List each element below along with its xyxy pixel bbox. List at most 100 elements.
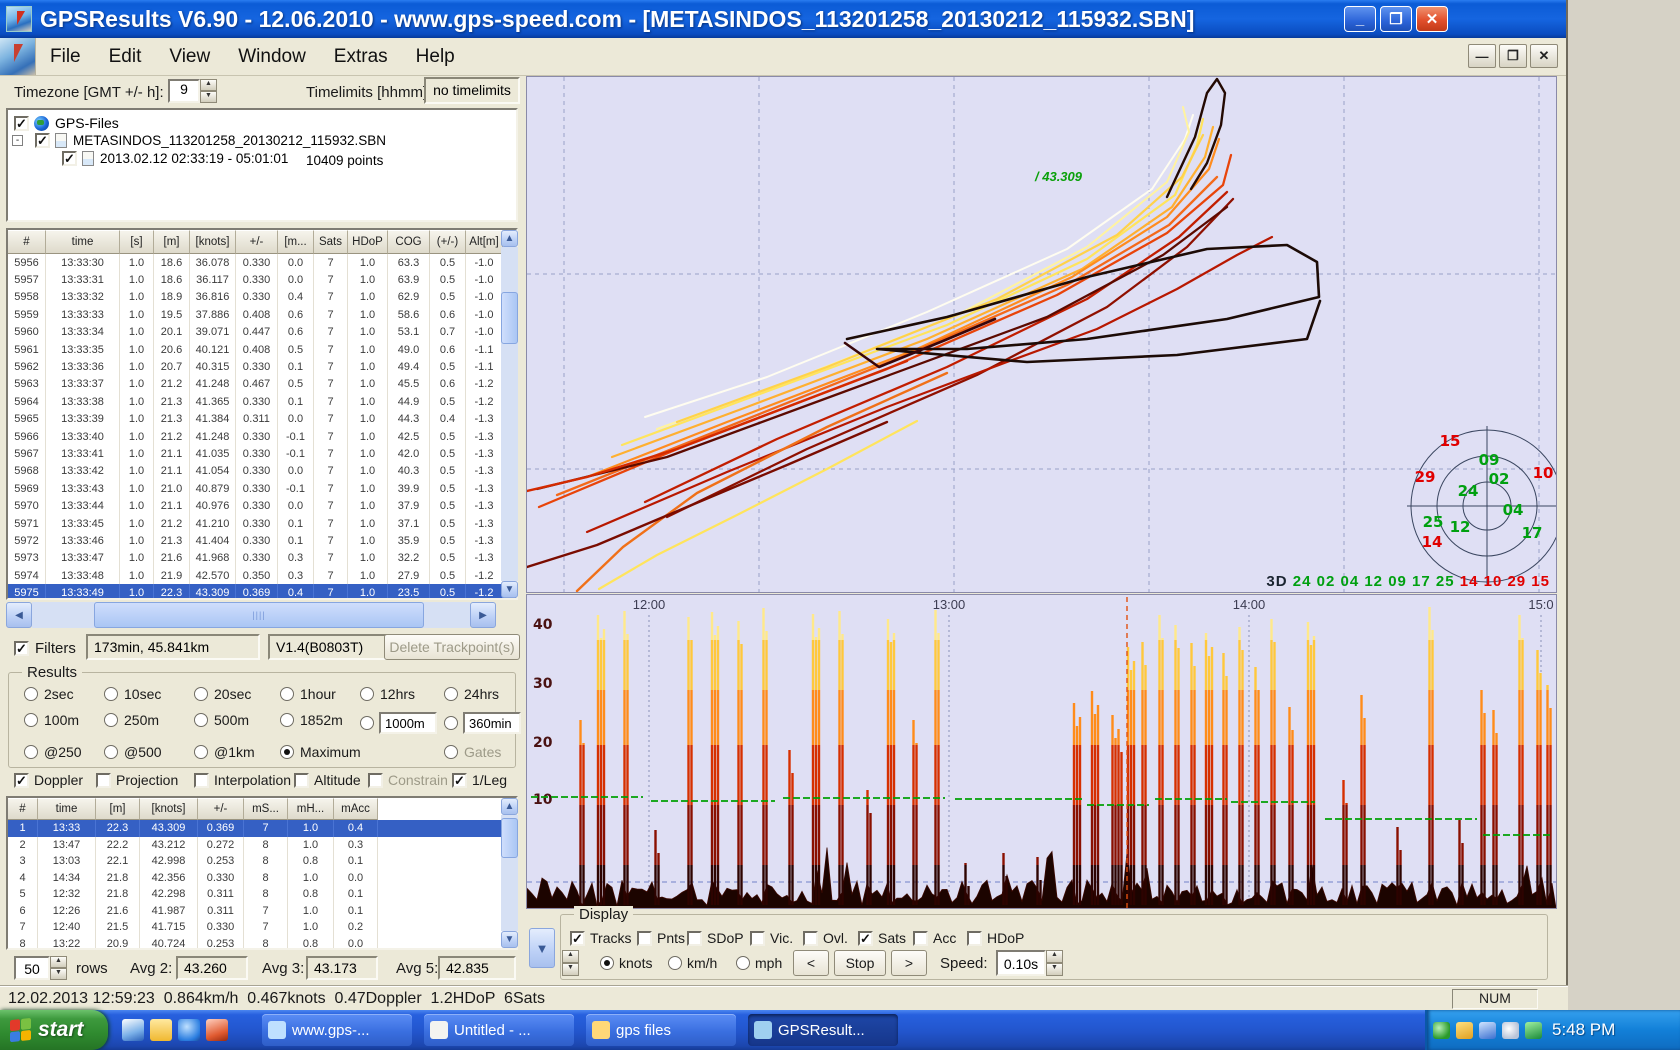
step-back-button[interactable]: < <box>793 950 829 976</box>
rows-count-input[interactable]: 50 <box>14 956 50 980</box>
table-row[interactable]: 597313:33:471.021.641.9680.3300.371.032.… <box>8 550 516 567</box>
checkbox-icon[interactable] <box>96 773 111 788</box>
radio-icon[interactable] <box>280 745 294 759</box>
table-row[interactable]: 597413:33:481.021.942.5700.3500.371.027.… <box>8 567 516 584</box>
scroll-left-icon[interactable]: ◀ <box>6 602 32 628</box>
title-bar[interactable]: GPSResults V6.90 - 12.06.2010 - www.gps-… <box>0 0 1566 38</box>
pane-scroll-down-icon[interactable]: ▼ <box>529 928 555 968</box>
radio-icon[interactable] <box>668 956 682 970</box>
minimize-button[interactable]: _ <box>1344 6 1376 32</box>
column-header[interactable]: time <box>46 230 120 254</box>
column-header[interactable]: # <box>8 230 46 254</box>
menu-help[interactable]: Help <box>402 42 469 72</box>
table-row[interactable]: 596113:33:351.020.640.1210.4080.571.049.… <box>8 341 516 358</box>
table-row[interactable]: 596913:33:431.021.040.8790.330-0.171.039… <box>8 480 516 497</box>
trackpoint-table[interactable]: #time[s][m][knots]+/-[m...SatsHDoPCOG(+/… <box>6 228 518 600</box>
menu-edit[interactable]: Edit <box>95 42 156 72</box>
scroll-right-icon[interactable]: ▶ <box>470 602 496 628</box>
tree-session-checkbox[interactable]: ✓ <box>62 151 77 166</box>
gps-files-tree[interactable]: ✓ GPS-Files - ✓ METASINDOS_113201258_201… <box>6 108 518 222</box>
table-row[interactable]: 595713:33:311.018.636.1170.3300.071.063.… <box>8 271 516 288</box>
task-ie[interactable]: www.gps-... <box>262 1014 412 1046</box>
table-row[interactable]: 596313:33:371.021.241.2480.4670.571.045.… <box>8 376 516 393</box>
checkbox-icon[interactable] <box>687 931 702 946</box>
vscroll-thumb[interactable] <box>501 818 518 858</box>
checkbox-icon[interactable] <box>294 773 309 788</box>
shield-tray-icon[interactable] <box>1433 1022 1450 1039</box>
table-row[interactable]: 597113:33:451.021.241.2100.3300.171.037.… <box>8 515 516 532</box>
volume-tray-icon[interactable] <box>1502 1022 1519 1039</box>
radio-icon[interactable] <box>194 745 208 759</box>
speed-step-input[interactable]: 0.10s <box>996 950 1046 976</box>
track-map-canvas[interactable]: 0902240412172515291014 <box>527 77 1556 592</box>
radio-icon[interactable] <box>444 687 458 701</box>
column-header[interactable]: Sats <box>314 230 348 254</box>
column-header[interactable]: [m] <box>154 230 190 254</box>
radio-icon[interactable] <box>24 687 38 701</box>
table-row[interactable]: 595613:33:301.018.636.0780.3300.071.063.… <box>8 254 516 271</box>
tree-expander-icon[interactable]: - <box>12 135 23 146</box>
table-row[interactable]: 595913:33:331.019.537.8860.4080.671.058.… <box>8 306 516 323</box>
table-row[interactable]: 113:3322.343.3090.36971.00.4 <box>8 820 516 837</box>
column-header[interactable]: # <box>8 798 38 820</box>
tree-file-label[interactable]: METASINDOS_113201258_20130212_115932.SBN <box>73 133 386 148</box>
scroll-down-icon[interactable]: ▼ <box>501 581 518 598</box>
checkbox-icon[interactable] <box>750 931 765 946</box>
ie-quicklaunch-icon[interactable] <box>178 1019 200 1041</box>
tree-file-checkbox[interactable]: ✓ <box>35 133 50 148</box>
table-row[interactable]: 313:0322.142.9980.25380.80.1 <box>8 853 516 870</box>
speed-graph-canvas[interactable]: 12:0013:0014:0015:040302010 <box>527 595 1556 908</box>
result-interval-input[interactable]: 1000m <box>379 712 437 734</box>
messenger-tray-icon[interactable] <box>1525 1022 1542 1039</box>
display-spinner[interactable]: ▲▼ <box>562 950 579 976</box>
mdi-minimize-button[interactable]: — <box>1468 44 1496 68</box>
checkbox-icon[interactable] <box>913 931 928 946</box>
table-row[interactable]: 596213:33:361.020.740.3150.3300.171.049.… <box>8 358 516 375</box>
radio-icon[interactable] <box>360 687 374 701</box>
table-row[interactable]: 612:2621.641.9870.31171.00.1 <box>8 903 516 920</box>
column-header[interactable]: [m... <box>278 230 314 254</box>
table-row[interactable]: 595813:33:321.018.936.8160.3300.471.062.… <box>8 289 516 306</box>
scroll-up-icon[interactable]: ▲ <box>501 230 518 247</box>
tree-root-checkbox[interactable]: ✓ <box>14 116 29 131</box>
media-quicklaunch-icon[interactable] <box>206 1019 228 1041</box>
checkbox-icon[interactable] <box>368 773 383 788</box>
radio-icon[interactable] <box>736 956 750 970</box>
column-header[interactable]: [s] <box>120 230 154 254</box>
menu-view[interactable]: View <box>155 42 224 72</box>
table-row[interactable]: 596513:33:391.021.341.3840.3110.071.044.… <box>8 411 516 428</box>
column-header[interactable]: [m] <box>96 798 140 820</box>
column-header[interactable]: COG <box>388 230 430 254</box>
folder-quicklaunch-icon[interactable] <box>150 1019 172 1041</box>
radio-icon[interactable] <box>600 956 614 970</box>
checkbox-icon[interactable] <box>194 773 209 788</box>
column-header[interactable]: Alt[m] <box>466 230 503 254</box>
checkbox-icon[interactable] <box>637 931 652 946</box>
table-row[interactable]: 597213:33:461.021.341.4040.3300.171.035.… <box>8 532 516 549</box>
checkbox-icon[interactable]: ✓ <box>452 773 467 788</box>
trackpoint-table-hscrollbar[interactable]: ◀ |||| ▶ <box>6 602 518 628</box>
tree-root-label[interactable]: GPS-Files <box>55 115 119 131</box>
delete-trackpoints-button[interactable]: Delete Trackpoint(s) <box>384 634 520 660</box>
radio-icon[interactable] <box>194 713 208 727</box>
radio-icon[interactable] <box>444 745 458 759</box>
table-row[interactable]: 597513:33:491.022.343.3090.3690.471.023.… <box>8 584 516 600</box>
scroll-down-icon[interactable]: ▼ <box>501 931 518 948</box>
table-row[interactable]: 813:2220.940.7240.25380.80.0 <box>8 936 516 951</box>
checkbox-icon[interactable]: ✓ <box>14 773 29 788</box>
checkbox-icon[interactable] <box>967 931 982 946</box>
timezone-input[interactable]: 9 <box>168 79 200 103</box>
result-interval-input[interactable]: 360min <box>463 712 521 734</box>
table-row[interactable]: 596613:33:401.021.241.2480.330-0.171.042… <box>8 428 516 445</box>
column-header[interactable]: +/- <box>236 230 278 254</box>
radio-icon[interactable] <box>104 745 118 759</box>
track-map[interactable]: 0902240412172515291014 / 43.309 3D 24 02… <box>526 76 1557 593</box>
column-header[interactable]: [knots] <box>140 798 198 820</box>
table-row[interactable]: 596713:33:411.021.141.0350.330-0.171.042… <box>8 445 516 462</box>
timelimits-value[interactable]: no timelimits <box>424 77 520 104</box>
results-table-vscrollbar[interactable]: ▲ ▼ <box>501 798 518 948</box>
task-gpsresults[interactable]: GPSResult... <box>748 1014 898 1046</box>
table-row[interactable]: 414:3421.842.3560.33081.00.0 <box>8 870 516 887</box>
task-folder[interactable]: gps files <box>586 1014 736 1046</box>
radio-icon[interactable] <box>104 687 118 701</box>
